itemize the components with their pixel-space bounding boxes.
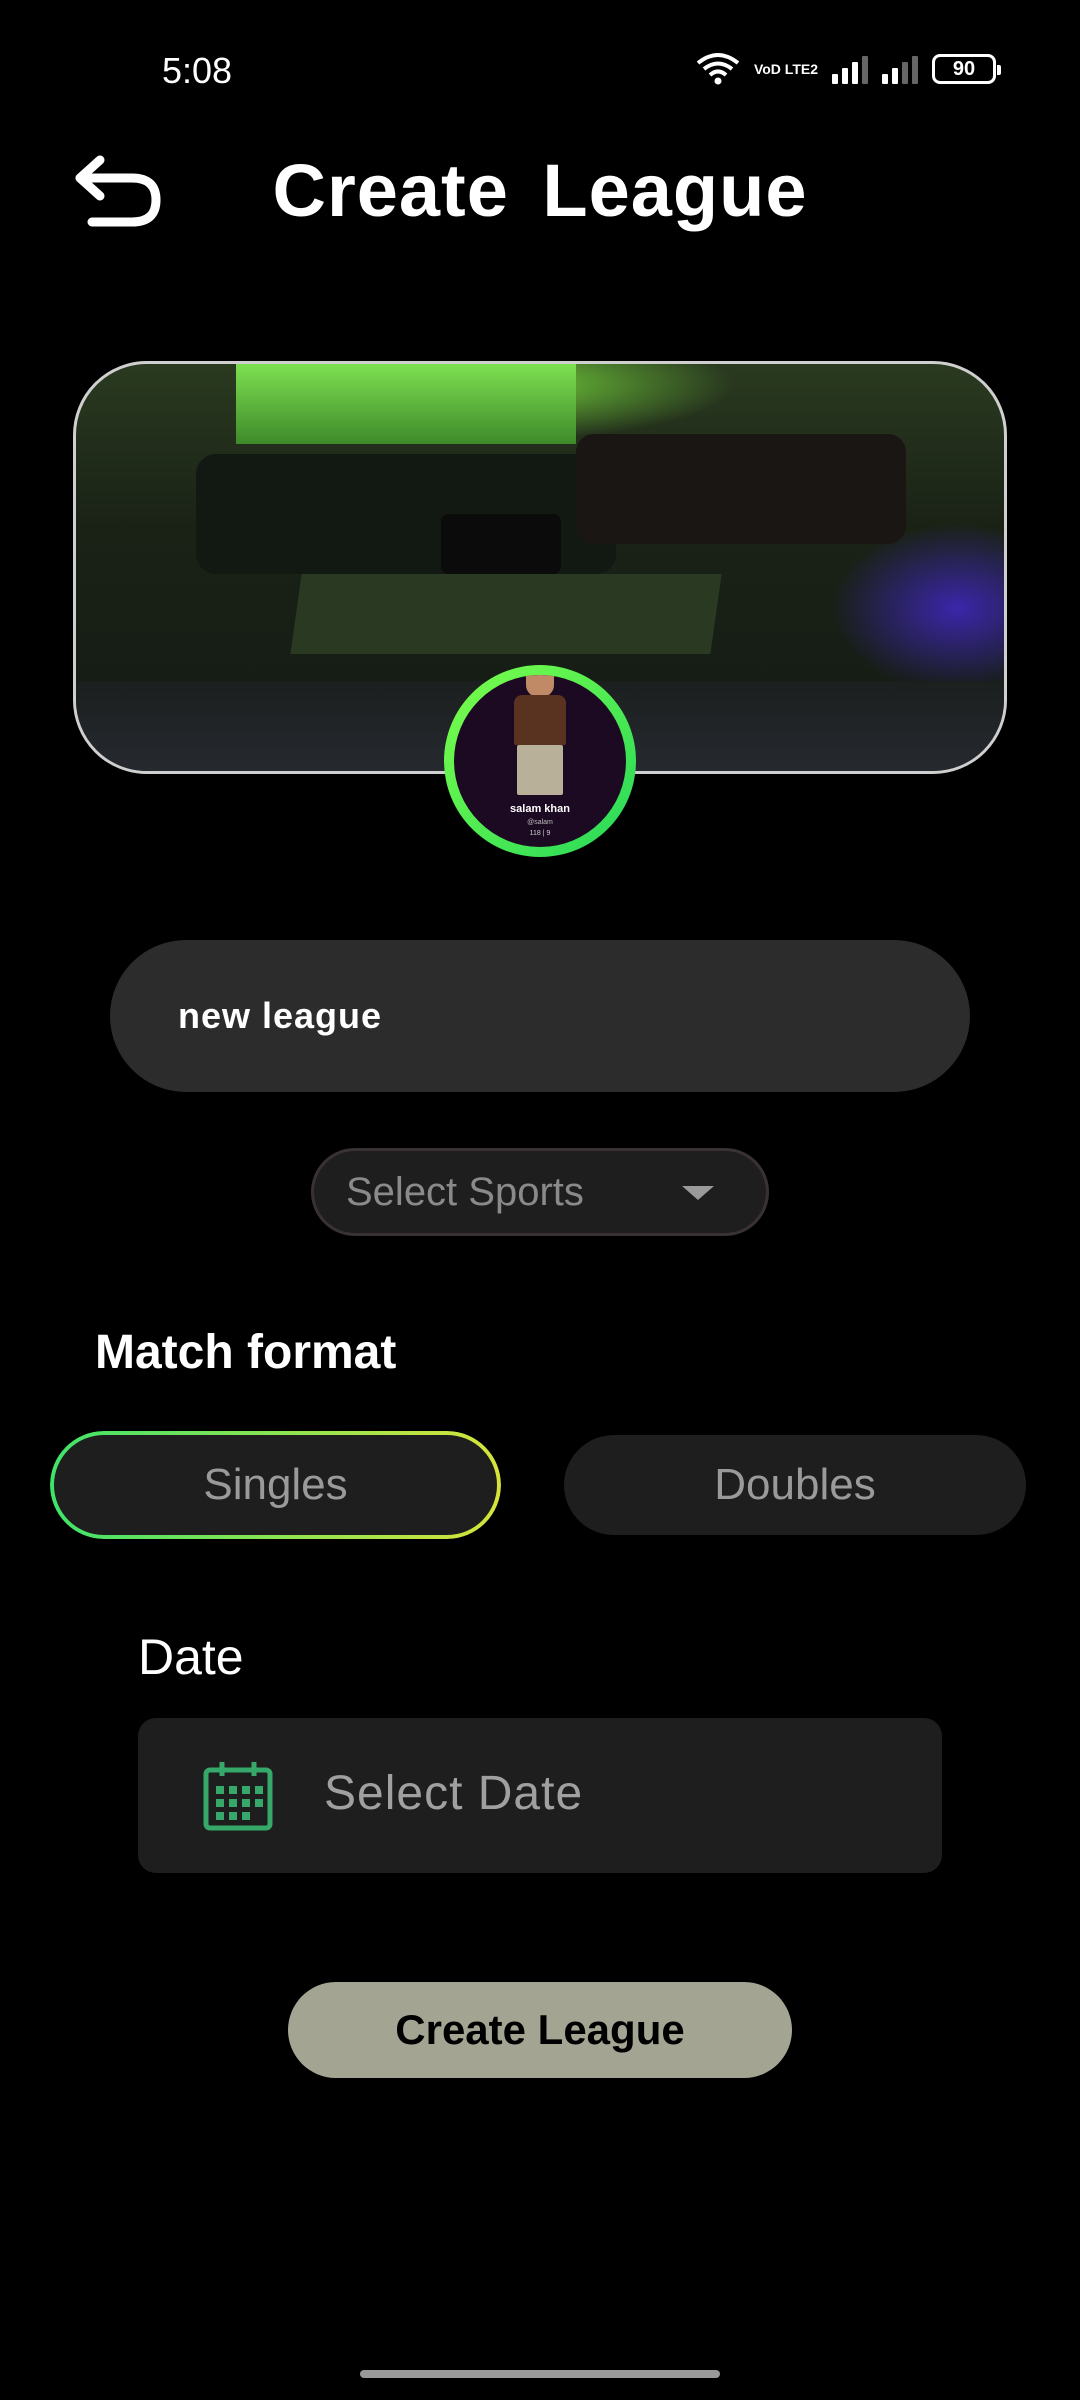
avatar[interactable]: salam khan @salam 118 | 9 <box>444 665 636 857</box>
banner-scene-tv <box>236 364 576 444</box>
banner-scene-projector <box>441 514 561 574</box>
format-doubles-label: Doubles <box>714 1460 876 1509</box>
date-placeholder: Select Date <box>324 1767 584 1820</box>
signal-icon-sim2 <box>882 54 918 84</box>
banner-scene-sofa-right <box>576 434 906 544</box>
status-time: 5:08 <box>162 50 233 91</box>
chevron-down-icon <box>682 1186 714 1200</box>
create-league-screen: 5:08 VoD LTE2 90 Create League salam kha… <box>0 0 1080 2400</box>
calendar-icon <box>203 1762 273 1831</box>
page-title: Create League <box>272 149 808 232</box>
format-singles-button[interactable]: Singles <box>54 1435 497 1535</box>
battery-level: 90 <box>952 57 976 80</box>
avatar-handle: @salam <box>527 819 553 826</box>
banner-scene-table <box>290 574 722 654</box>
status-bar: 5:08 VoD LTE2 90 <box>0 0 1080 140</box>
battery-icon: 90 <box>932 54 1001 84</box>
volte-indicator: VoD LTE2 <box>753 60 818 77</box>
avatar-torso <box>514 695 566 745</box>
date-label: Date <box>138 1629 244 1685</box>
create-league-button[interactable]: Create League <box>288 1982 792 2078</box>
format-doubles-button[interactable]: Doubles <box>564 1435 1026 1535</box>
signal-icon-sim1 <box>832 54 868 84</box>
date-picker-field[interactable]: Select Date <box>138 1718 942 1873</box>
format-singles-label: Singles <box>203 1460 348 1509</box>
avatar-head <box>526 675 554 697</box>
avatar-stats: 118 | 9 <box>529 830 551 837</box>
avatar-name: salam khan <box>510 803 570 815</box>
wifi-icon <box>696 53 740 85</box>
status-icons: VoD LTE2 90 <box>696 52 1001 86</box>
home-indicator[interactable] <box>360 2370 720 2378</box>
match-format-title: Match format <box>95 1326 397 1379</box>
sports-select[interactable]: Select Sports <box>311 1148 769 1236</box>
avatar-pants <box>517 745 563 795</box>
sports-select-label: Select Sports <box>346 1169 584 1214</box>
league-name-input[interactable] <box>110 940 970 1092</box>
avatar-image: salam khan @salam 118 | 9 <box>454 675 626 847</box>
